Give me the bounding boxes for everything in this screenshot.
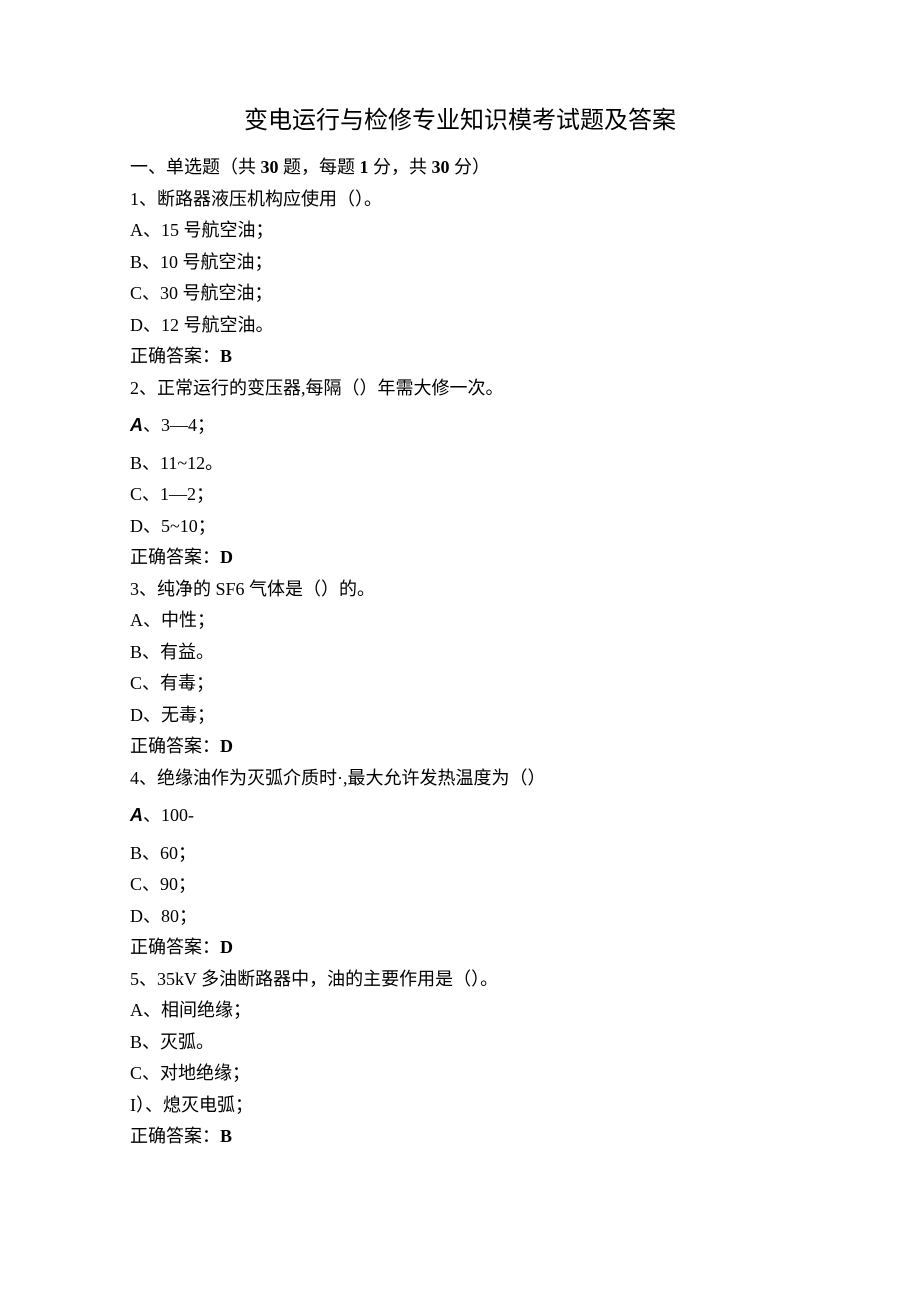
q1-option-d: D、12 号航空油。 [130, 310, 790, 342]
q5-stem: 5、35kV 多油断路器中，油的主要作用是（）。 [130, 964, 790, 996]
q5-answer-label: 正确答案： [130, 1126, 220, 1146]
q5-answer-value: B [220, 1126, 232, 1146]
section-count3: 30 [432, 157, 450, 177]
q3-stem: 3、纯净的 SF6 气体是（）的。 [130, 574, 790, 606]
q2-answer-value: D [220, 547, 233, 567]
section-mid1: 题，每题 [279, 157, 360, 177]
q4-option-d: D、80； [130, 901, 790, 933]
q3-option-c: C、有毒； [130, 668, 790, 700]
section-header: 一、单选题（共 30 题，每题 1 分，共 30 分） [130, 152, 790, 184]
q3-answer-value: D [220, 736, 233, 756]
section-prefix: 一、单选题（共 [130, 157, 261, 177]
q3-option-d: D、无毒； [130, 700, 790, 732]
q2-option-b: B、11~12。 [130, 448, 790, 480]
q4-option-a: A、100- [130, 800, 790, 832]
q1-option-c: C、30 号航空油； [130, 278, 790, 310]
q4-answer-label: 正确答案： [130, 937, 220, 957]
q3-option-b: B、有益。 [130, 637, 790, 669]
q4-stem: 4、绝缘油作为灭弧介质时·,最大允许发热温度为（） [130, 763, 790, 795]
q1-answer-value: B [220, 346, 232, 366]
section-mid2: 分，共 [369, 157, 432, 177]
q1-answer-label: 正确答案： [130, 346, 220, 366]
q4-option-a-rest: 、100- [143, 805, 194, 825]
q5-option-a: A、相间绝缘； [130, 995, 790, 1027]
section-count1: 30 [261, 157, 279, 177]
q5-option-b: B、灭弧。 [130, 1027, 790, 1059]
q5-option-c: C、对地绝缘； [130, 1058, 790, 1090]
q4-option-c: C、90； [130, 869, 790, 901]
section-count2: 1 [360, 157, 369, 177]
q1-option-b: B、10 号航空油； [130, 247, 790, 279]
q2-option-a-prefix: A [130, 415, 143, 435]
q3-answer-label: 正确答案： [130, 736, 220, 756]
q2-answer-label: 正确答案： [130, 547, 220, 567]
q4-option-a-prefix: A [130, 805, 143, 825]
q4-answer-value: D [220, 937, 233, 957]
q2-answer: 正确答案：D [130, 542, 790, 574]
q2-option-a-rest: 、3—4； [143, 415, 215, 435]
q5-option-d: I）、熄灭电弧； [130, 1090, 790, 1122]
q5-answer: 正确答案：B [130, 1121, 790, 1153]
q1-option-a: A、15 号航空油； [130, 215, 790, 247]
q3-option-a: A、中性； [130, 605, 790, 637]
q1-stem: 1、断路器液压机构应使用（）。 [130, 184, 790, 216]
q2-stem: 2、正常运行的变压器,每隔（）年需大修一次。 [130, 373, 790, 405]
q2-option-c: C、1—2； [130, 479, 790, 511]
q3-answer: 正确答案：D [130, 731, 790, 763]
q2-option-d: D、5~10； [130, 511, 790, 543]
section-suffix: 分） [450, 157, 491, 177]
q1-answer: 正确答案：B [130, 341, 790, 373]
document-title: 变电运行与检修专业知识模考试题及答案 [130, 100, 790, 142]
q4-answer: 正确答案：D [130, 932, 790, 964]
q2-option-a: A、3—4； [130, 410, 790, 442]
q4-option-b: B、60； [130, 838, 790, 870]
